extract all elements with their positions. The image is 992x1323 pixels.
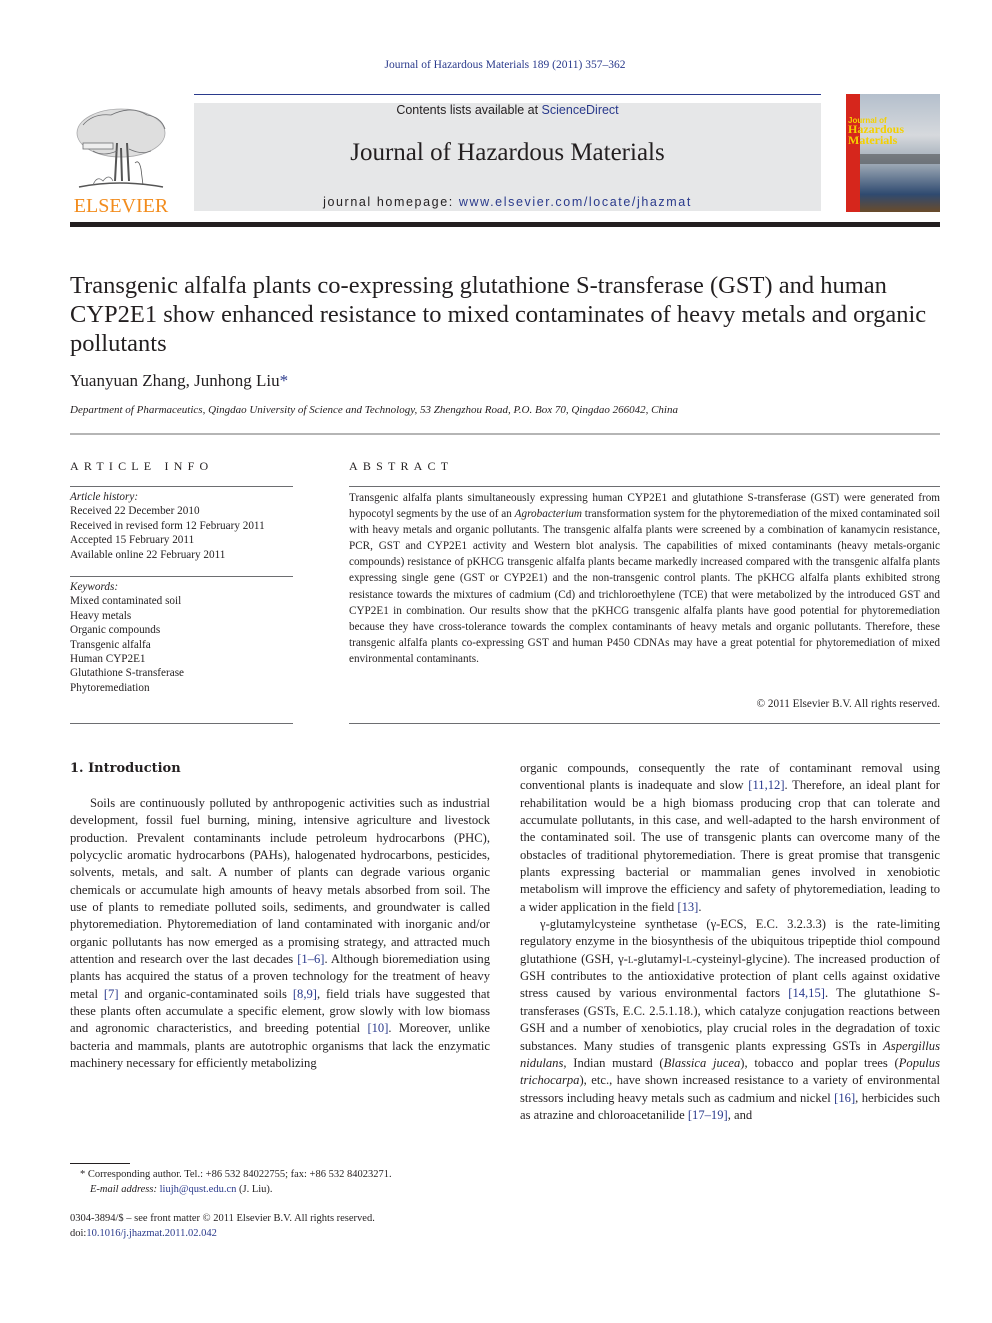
- contents-prefix: Contents lists available at: [396, 103, 542, 117]
- body-text: , and: [727, 1107, 753, 1122]
- keyword-item: Phytoremediation: [70, 681, 150, 694]
- history-label: Article history:: [70, 491, 139, 503]
- body-text: ), tobacco and poplar trees (: [740, 1055, 899, 1070]
- email-suffix: (J. Liu).: [236, 1184, 273, 1195]
- paragraph: organic compounds, consequently the rate…: [520, 760, 940, 916]
- footnote-text: Corresponding author. Tel.: +86 532 8402…: [85, 1169, 392, 1180]
- keyword-item: Mixed contaminated soil: [70, 595, 182, 608]
- body-column-left: Soils are continuously polluted by anthr…: [70, 795, 490, 1073]
- article-title: Transgenic alfalfa plants co-expressing …: [70, 272, 927, 357]
- homepage-link[interactable]: www.elsevier.com/locate/jhazmat: [459, 195, 692, 209]
- issn-line: 0304-3894/$ – see front matter © 2011 El…: [70, 1213, 375, 1224]
- front-matter: 0304-3894/$ – see front matter © 2011 El…: [70, 1211, 375, 1241]
- body-text: -glutamyl-: [633, 951, 687, 966]
- homepage-prefix: journal homepage:: [323, 195, 459, 209]
- contents-line: Contents lists available at ScienceDirec…: [194, 103, 821, 117]
- sciencedirect-link[interactable]: ScienceDirect: [542, 103, 619, 117]
- history-accepted: Accepted 15 February 2011: [70, 534, 195, 547]
- journal-banner: Contents lists available at ScienceDirec…: [194, 103, 821, 211]
- citation-link[interactable]: [11,12]: [748, 778, 784, 792]
- body-text: .: [698, 899, 702, 914]
- citation-link[interactable]: [10]: [367, 1021, 388, 1035]
- abstract-copyright: © 2011 Elsevier B.V. All rights reserved…: [756, 698, 940, 710]
- body-text: . Therefore, an ideal plant for rehabili…: [520, 778, 940, 914]
- footnote: * Corresponding author. Tel.: +86 532 84…: [80, 1167, 392, 1197]
- elsevier-wordmark: ELSEVIER: [73, 195, 169, 217]
- history-received: Received 22 December 2010: [70, 505, 200, 518]
- keyword-item: Organic compounds: [70, 624, 161, 637]
- author-names: Yuanyuan Zhang, Junhong Liu: [70, 371, 280, 390]
- history-online: Available online 22 February 2011: [70, 548, 226, 561]
- footnote-rule: [70, 1163, 130, 1164]
- journal-cover-image[interactable]: Journal of Hazardous Materials: [846, 94, 940, 212]
- citation-link[interactable]: [1–6]: [297, 952, 324, 966]
- body-column-right: organic compounds, consequently the rate…: [520, 760, 940, 1124]
- elsevier-logo[interactable]: ELSEVIER: [70, 103, 172, 217]
- running-head[interactable]: Journal of Hazardous Materials 189 (2011…: [0, 59, 992, 71]
- keywords: Keywords: Mixed contaminated soil Heavy …: [70, 580, 295, 695]
- cover-red-stripe: [846, 94, 860, 212]
- doi-prefix: doi:: [70, 1228, 87, 1239]
- email-link[interactable]: liujh@qust.edu.cn: [160, 1184, 237, 1195]
- abstract-rule-top: [349, 486, 940, 487]
- abstract-rule-bottom: [349, 723, 940, 724]
- citation-link[interactable]: [14,15]: [788, 986, 825, 1000]
- affiliation: Department of Pharmaceutics, Qingdao Uni…: [70, 404, 678, 416]
- abstract-text-part: transformation system for the phytoremed…: [349, 508, 940, 665]
- keywords-label: Keywords:: [70, 581, 119, 593]
- elsevier-tree-icon: [76, 108, 166, 188]
- article-history: Article history: Received 22 December 20…: [70, 490, 295, 562]
- body-text: and organic-contaminated soils: [118, 986, 293, 1001]
- header-rule: [194, 94, 821, 95]
- article-info-rule-bottom: [70, 723, 293, 724]
- keyword-item: Glutathione S-transferase: [70, 667, 185, 680]
- article-info-rule-top: [70, 486, 293, 487]
- cover-title: Hazardous Materials: [848, 123, 904, 147]
- article-info-heading: ARTICLE INFO: [70, 459, 214, 473]
- abstract-heading: ABSTRACT: [349, 459, 454, 473]
- homepage-line: journal homepage: www.elsevier.com/locat…: [194, 195, 821, 209]
- cover-band: [860, 154, 940, 164]
- body-text: , Indian mustard (: [563, 1055, 664, 1070]
- doi-link[interactable]: 10.1016/j.jhazmat.2011.02.042: [86, 1228, 217, 1239]
- citation-link[interactable]: [13]: [677, 900, 698, 914]
- abstract-italic-term: Agrobacterium: [514, 508, 582, 521]
- body-text: Soils are continuously polluted by anthr…: [70, 796, 490, 967]
- species-name: Blassica jucea: [663, 1055, 741, 1070]
- title-rule: [70, 433, 940, 435]
- keyword-item: Human CYP2E1: [70, 653, 146, 666]
- citation-link[interactable]: [17–19]: [688, 1108, 728, 1122]
- corresponding-author-note: * Corresponding author. Tel.: +86 532 84…: [80, 1167, 392, 1182]
- section-heading-introduction: 1. Introduction: [70, 761, 181, 776]
- paragraph: γ-glutamylcysteine synthetase (γ-ECS, E.…: [520, 916, 940, 1124]
- email-line: E-mail address: liujh@qust.edu.cn (J. Li…: [80, 1182, 392, 1197]
- journal-title: Journal of Hazardous Materials: [350, 139, 665, 166]
- article-info-rule-mid: [70, 576, 293, 577]
- cover-title-line3: Materials: [848, 133, 898, 147]
- header-thick-rule: [70, 222, 940, 227]
- keyword-item: Transgenic alfalfa: [70, 638, 151, 651]
- citation-link[interactable]: [7]: [104, 987, 119, 1001]
- keyword-item: Heavy metals: [70, 609, 132, 622]
- doi-line: doi:10.1016/j.jhazmat.2011.02.042: [70, 1226, 375, 1241]
- history-revised: Received in revised form 12 February 201…: [70, 519, 265, 532]
- citation-link[interactable]: [8,9]: [293, 987, 317, 1001]
- paragraph: Soils are continuously polluted by anthr…: [70, 795, 490, 1073]
- citation-link[interactable]: [16]: [834, 1091, 855, 1105]
- email-label: E-mail address:: [90, 1184, 157, 1195]
- corresponding-author-link[interactable]: *: [280, 371, 289, 390]
- abstract-text: Transgenic alfalfa plants simultaneously…: [349, 490, 940, 667]
- authors: Yuanyuan Zhang, Junhong Liu*: [70, 371, 288, 391]
